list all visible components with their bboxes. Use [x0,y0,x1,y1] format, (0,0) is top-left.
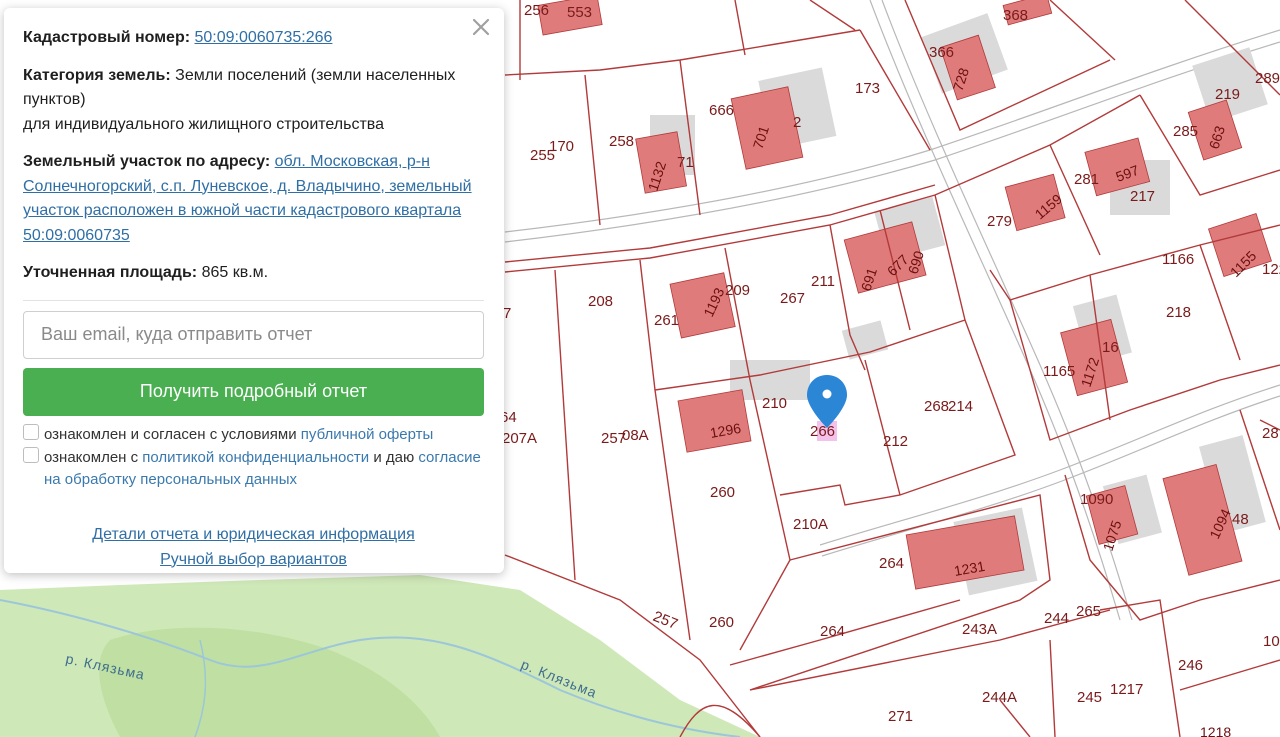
plot-label: 289 [1255,70,1280,87]
address-row: Земельный участок по адресу: обл. Москов… [23,150,484,248]
footer-links: Детали отчета и юридическая информация Р… [23,522,484,572]
area-value: 865 кв.м. [201,264,269,281]
plot-label: 244 [1044,610,1069,627]
plot-label: 218 [1166,304,1191,321]
privacy-consent-text: ознакомлен с [44,448,139,466]
land-use-value: для индивидуального жилищного строительс… [23,115,384,133]
cadastral-number-link[interactable]: 50:09:0060735:266 [195,29,333,46]
plot-label: 1166 [1162,251,1194,268]
public-offer-link[interactable]: публичной оферты [301,426,434,443]
close-icon [472,18,490,36]
plot-label: 266 [810,423,835,440]
plot-label: 170 [549,138,574,155]
plot-label: 268 [924,398,949,415]
plot-label: 2 [793,114,801,131]
plot-label: 258 [609,133,634,150]
plot-label: 244А [982,689,1017,706]
get-report-button[interactable]: Получить подробный отчет [23,367,484,416]
plot-label: 260 [710,484,735,501]
offer-consent-text: ознакомлен и согласен с условиями [44,425,297,443]
offer-checkbox[interactable] [23,423,39,440]
privacy-policy-link[interactable]: политикой конфиденциальности [142,449,369,466]
privacy-consent-text-2: и даю [373,448,415,466]
report-details-link[interactable]: Детали отчета и юридическая информация [92,522,415,547]
plot-label: 16 [1102,339,1119,356]
plot-label: 368 [1003,7,1028,24]
plot-label: 281 [1074,171,1099,188]
plot-label: 10 [1263,633,1280,650]
cadastral-number-label: Кадастровый номер: [23,29,191,46]
plot-label: 553 [567,4,592,21]
plot-label: 271 [888,708,913,725]
plot-label: 209 [725,282,750,299]
plot-label: 246 [1178,657,1203,674]
plot-label: 264 [879,555,904,572]
privacy-consent: ознакомлен с политикой конфиденциальност… [23,446,484,491]
plot-label: 28 [1262,425,1279,442]
plot-label: 260 [709,614,734,631]
privacy-checkbox[interactable] [23,446,39,463]
email-input[interactable] [23,310,484,359]
cadastral-number-row: Кадастровый номер: 50:09:0060735:266 [23,26,484,51]
plot-label: 1090 [1080,491,1113,508]
plot-label: 71 [677,154,694,171]
plot-label: 267 [780,290,805,307]
plot-label: 217 [1130,188,1155,205]
land-category-row: Категория земель: Земли поселений (земли… [23,64,484,138]
parcel-info-popup: Кадастровый номер: 50:09:0060735:266 Кат… [4,8,504,573]
plot-label: 210 [762,395,787,412]
plot-label: 279 [987,213,1012,230]
plot-label: 243А [962,621,997,638]
plot-label: 261 [654,312,679,329]
plot-label: 666 [709,102,734,119]
plot-label: 7 [503,305,511,322]
close-button[interactable] [468,14,494,40]
divider [23,299,484,301]
plot-label: 264 [820,623,845,640]
plot-label: 212 [883,433,908,450]
plot-label: 219 [1215,86,1240,103]
plot-label: 208 [588,293,613,310]
plot-label: 214 [948,398,973,415]
plot-label: 256 [524,2,549,19]
plot-label: 1218 [1200,724,1231,737]
offer-consent: ознакомлен и согласен с условиями публич… [23,423,484,446]
plot-label: 1217 [1110,681,1143,698]
plot-label: 210А [793,516,828,533]
plot-label: 08А [622,427,649,444]
plot-label: 122 [1262,261,1280,278]
manual-selection-link[interactable]: Ручной выбор вариантов [160,547,347,572]
plot-label: 211 [811,273,835,290]
plot-label: 1165 [1043,363,1075,380]
plot-label: 48 [1232,511,1249,528]
area-label: Уточненная площадь: [23,264,198,281]
plot-label: 366 [929,44,954,61]
plot-label: 245 [1077,689,1102,706]
plot-label: 265 [1076,603,1101,620]
plot-label: 285 [1173,123,1198,140]
land-category-label: Категория земель: [23,66,171,84]
plot-label: 207А [502,430,537,447]
address-label: Земельный участок по адресу: [23,153,271,170]
area-row: Уточненная площадь: 865 кв.м. [23,261,484,286]
plot-label: 173 [855,80,880,97]
